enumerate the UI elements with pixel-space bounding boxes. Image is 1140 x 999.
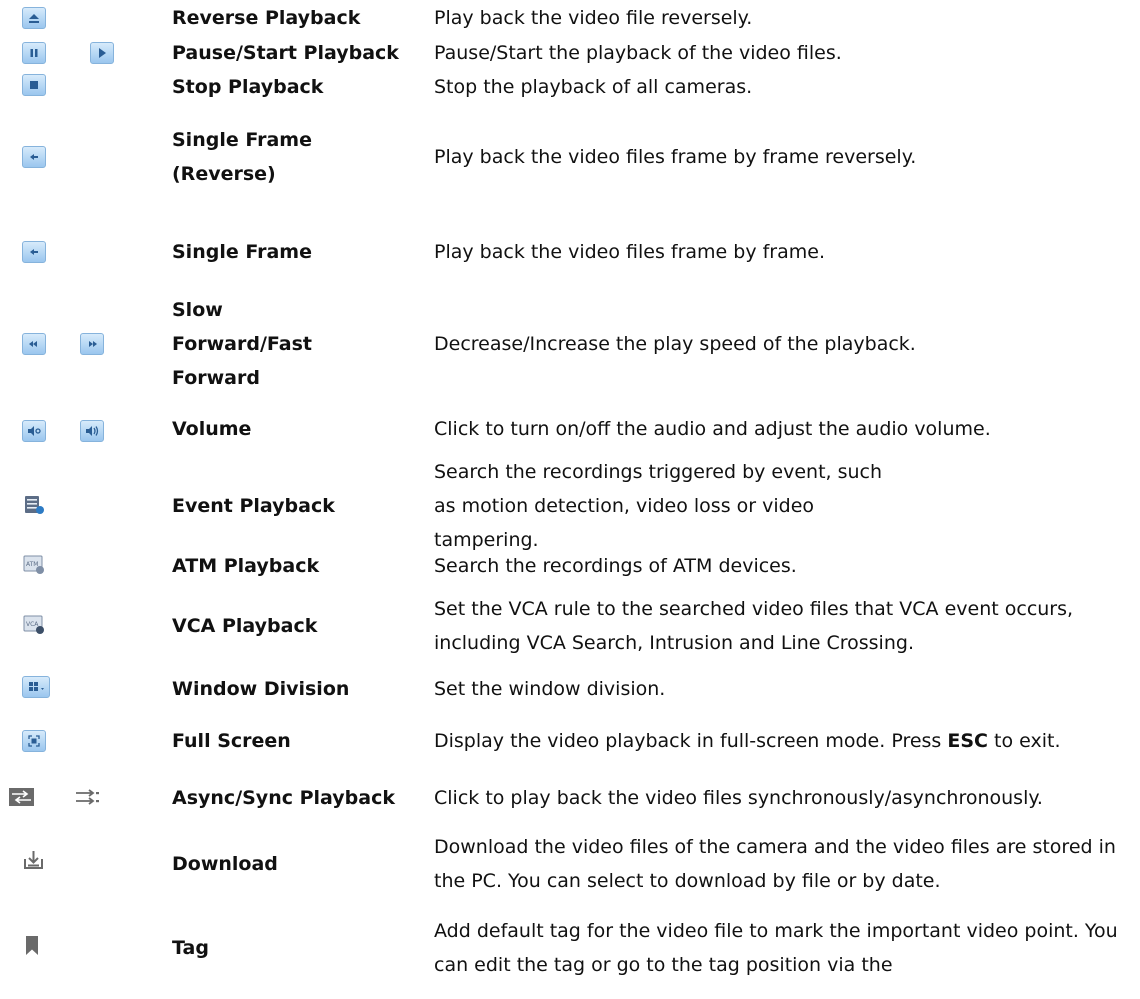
volume-off-icon[interactable]	[22, 420, 46, 442]
slow-forward-icon[interactable]	[22, 333, 46, 355]
event-playback-icon[interactable]	[22, 494, 48, 518]
table-row: Tag Add default tag for the video file t…	[0, 906, 1140, 999]
control-description: Set the VCA rule to the searched video f…	[434, 598, 1074, 654]
svg-text:ATM: ATM	[26, 561, 38, 568]
esc-key-label: ESC	[947, 730, 988, 752]
control-name: Full Screen	[172, 730, 291, 752]
full-screen-icon[interactable]	[22, 730, 46, 752]
tag-icon[interactable]	[22, 934, 48, 958]
control-description: Stop the playback of all cameras.	[434, 76, 753, 98]
table-row: Slow Forward/Fast Forward Decrease/Incre…	[0, 292, 1140, 402]
control-description: Download the video files of the camera a…	[434, 836, 1116, 892]
single-frame-icon[interactable]	[22, 241, 46, 263]
reverse-playback-icon[interactable]	[22, 7, 46, 29]
control-description: Display the video playback in full-scree…	[434, 724, 1140, 758]
control-name: Window Division	[172, 678, 350, 700]
control-name: Event Playback	[172, 495, 335, 517]
volume-on-icon[interactable]	[80, 420, 104, 442]
async-icon[interactable]	[8, 786, 36, 810]
vca-playback-icon[interactable]: VCA	[22, 614, 48, 638]
control-name: Pause/Start Playback	[172, 42, 399, 64]
sync-icon[interactable]	[74, 786, 104, 810]
control-name: Volume	[172, 418, 252, 440]
control-description: Search the recordings triggered by event…	[434, 461, 883, 551]
control-name: Async/Sync Playback	[172, 787, 395, 809]
svg-text:VCA: VCA	[26, 621, 39, 628]
control-name: VCA Playback	[172, 615, 318, 637]
table-row: Reverse Playback Play back the video fil…	[0, 0, 1140, 36]
control-description: Decrease/Increase the play speed of the …	[434, 333, 916, 355]
control-description: Click to turn on/off the audio and adjus…	[434, 418, 991, 440]
window-division-icon[interactable]	[22, 676, 50, 698]
control-name: Single Frame (Reverse)	[172, 129, 312, 185]
control-description: Click to play back the video files synch…	[434, 787, 1043, 809]
table-row: Event Playback Search the recordings tri…	[0, 461, 1140, 551]
table-row: Single Frame Play back the video files f…	[0, 216, 1140, 292]
table-row: Pause/Start Playback Pause/Start the pla…	[0, 36, 1140, 70]
control-name: Reverse Playback	[172, 7, 361, 29]
table-row: Window Division Set the window division.	[0, 668, 1140, 708]
table-row: Async/Sync Playback Click to play back t…	[0, 774, 1140, 822]
table-row: ATM ATM Playback Search the recordings o…	[0, 548, 1140, 584]
download-icon[interactable]	[22, 848, 48, 872]
control-name: Stop Playback	[172, 76, 324, 98]
description-text: to exit.	[987, 730, 1061, 752]
stop-icon[interactable]	[22, 74, 46, 96]
pause-icon[interactable]	[22, 42, 46, 64]
control-description: Search the recordings of ATM devices.	[434, 555, 797, 577]
control-name: Slow Forward/Fast Forward	[172, 299, 312, 389]
table-row: Stop Playback Stop the playback of all c…	[0, 70, 1140, 104]
control-name: Download	[172, 853, 278, 875]
fast-forward-icon[interactable]	[80, 333, 104, 355]
description-text: Display the video playback in full-scree…	[434, 730, 948, 752]
control-description: Set the window division.	[434, 678, 666, 700]
control-description: Play back the video files frame by frame…	[434, 241, 825, 263]
control-name: Tag	[172, 937, 209, 959]
table-row: Single Frame (Reverse) Play back the vid…	[0, 104, 1140, 216]
control-description: Play back the video files frame by frame…	[434, 146, 917, 168]
single-frame-reverse-icon[interactable]	[22, 146, 46, 168]
control-description: Pause/Start the playback of the video fi…	[434, 42, 842, 64]
control-description: Play back the video file reversely.	[434, 7, 753, 29]
play-icon[interactable]	[90, 42, 114, 64]
table-row: VCA VCA Playback Set the VCA rule to the…	[0, 584, 1140, 668]
table-row: Download Download the video files of the…	[0, 822, 1140, 906]
control-name: ATM Playback	[172, 555, 320, 577]
control-name: Single Frame	[172, 241, 312, 263]
atm-playback-icon[interactable]: ATM	[22, 554, 48, 578]
table-row: Full Screen Display the video playback i…	[0, 708, 1140, 774]
control-description: Add default tag for the video file to ma…	[434, 920, 1118, 976]
